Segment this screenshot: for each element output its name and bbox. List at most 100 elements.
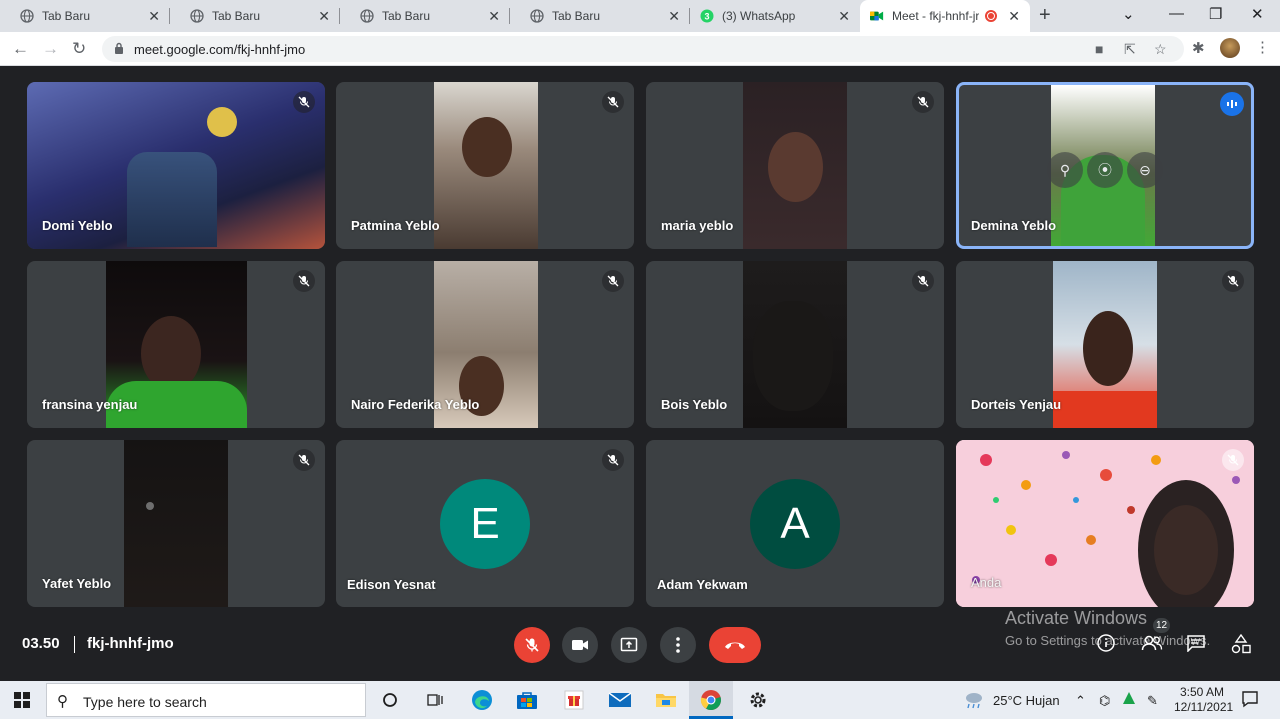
mic-off-icon [602, 270, 624, 292]
video-camera-icon [572, 640, 588, 650]
weather-text[interactable]: 25°C Hujan [993, 693, 1060, 708]
windows-start-icon[interactable] [14, 692, 30, 708]
tile-hover-controls: ⚲ ⦿ ⊖ [1047, 152, 1163, 188]
tab-search-icon[interactable]: ⌄ [1122, 5, 1135, 23]
more-options-button[interactable] [660, 627, 696, 663]
close-tab-icon[interactable]: ✕ [668, 8, 680, 25]
mic-off-icon [293, 91, 315, 113]
participant-name: Edison Yesnat [347, 577, 436, 592]
close-window-icon[interactable]: ✕ [1251, 5, 1264, 23]
participant-count-badge: 12 [1153, 618, 1170, 633]
network-icon[interactable]: ⌬ [1099, 693, 1110, 709]
recording-indicator-icon [985, 10, 998, 22]
minimize-icon[interactable]: — [1169, 5, 1184, 22]
tab-1[interactable]: Tab Baru ✕ [0, 0, 170, 32]
mic-off-icon [602, 449, 624, 471]
cortana-icon[interactable] [378, 688, 402, 712]
globe-icon [360, 9, 374, 23]
mic-off-icon [1222, 270, 1244, 292]
clock-date: 12/11/2021 [1174, 700, 1234, 714]
participant-video [434, 82, 538, 249]
reload-icon[interactable]: ↻ [72, 39, 86, 59]
participant-tile[interactable]: Dorteis Yenjau [956, 261, 1254, 428]
participant-tile[interactable]: Bois Yeblo [646, 261, 944, 428]
participant-name: Adam Yekwam [657, 577, 748, 592]
pin-icon[interactable]: ⚲ [1047, 152, 1083, 188]
present-screen-icon [620, 637, 638, 652]
participant-avatar: A [750, 479, 840, 569]
mute-participant-icon[interactable]: ⦿ [1087, 152, 1123, 188]
system-clock[interactable]: 3:50 AM 12/11/2021 [1174, 685, 1234, 715]
participant-name: Nairo Federika Yeblo [351, 397, 480, 412]
close-tab-icon[interactable]: ✕ [1008, 8, 1020, 25]
new-tab-button[interactable]: + [1039, 4, 1051, 27]
tab-title: Tab Baru [382, 9, 431, 23]
camera-permission-icon[interactable]: ■ [1095, 41, 1103, 57]
participant-name: Patmina Yeblo [351, 218, 440, 233]
participant-tile[interactable]: A Adam Yekwam [646, 440, 944, 607]
edge-icon[interactable] [470, 688, 494, 712]
mic-off-icon [293, 270, 315, 292]
close-tab-icon[interactable]: ✕ [488, 8, 500, 25]
omnibox[interactable]: meet.google.com/fkj-hnhf-jmo ■ ⇱ ☆ [102, 36, 1184, 62]
mic-off-icon [602, 91, 624, 113]
meeting-time: 03.50 [22, 635, 60, 652]
participant-tile[interactable]: Yafet Yeblo [27, 440, 325, 607]
tab-title: Tab Baru [212, 9, 261, 23]
chrome-icon[interactable] [699, 688, 723, 712]
participant-tile-active-speaker[interactable]: ⚲ ⦿ ⊖ Demina Yeblo [956, 82, 1254, 249]
tab-title: Tab Baru [552, 9, 601, 23]
clock-time: 3:50 AM [1179, 685, 1225, 699]
tray-chevron-icon[interactable]: ⌃ [1075, 693, 1086, 709]
tab-2[interactable]: Tab Baru ✕ [170, 0, 340, 32]
participant-name: Yafet Yeblo [42, 576, 112, 591]
participant-tile[interactable]: Domi Yeblo [27, 82, 325, 249]
gift-app-icon[interactable] [562, 688, 586, 712]
tray-app-icon[interactable] [1122, 691, 1136, 708]
weather-icon[interactable] [963, 690, 985, 713]
participant-tile[interactable]: fransina yenjau [27, 261, 325, 428]
close-tab-icon[interactable]: ✕ [148, 8, 160, 25]
menu-kebab-icon[interactable]: ⋮ [1255, 38, 1270, 56]
pen-icon[interactable]: ✎ [1147, 693, 1158, 709]
tab-3[interactable]: Tab Baru ✕ [340, 0, 510, 32]
tab-meet[interactable]: Meet - fkj-hnhf-jr ✕ [860, 0, 1030, 32]
share-icon[interactable]: ⇱ [1124, 41, 1136, 58]
mic-off-icon [525, 638, 539, 652]
taskbar-search[interactable]: ⚲ Type here to search [46, 683, 366, 717]
mic-off-icon [293, 449, 315, 471]
participant-tile-self[interactable]: Anda [956, 440, 1254, 607]
extensions-icon[interactable]: ✱ [1192, 39, 1205, 57]
whatsapp-icon: 3 [700, 9, 714, 23]
present-screen-button[interactable] [611, 627, 647, 663]
file-explorer-icon[interactable] [654, 688, 678, 712]
participant-tile[interactable]: maria yeblo [646, 82, 944, 249]
participant-tile[interactable]: E Edison Yesnat [336, 440, 634, 607]
hang-up-icon [725, 642, 745, 649]
participant-tile[interactable]: Patmina Yeblo [336, 82, 634, 249]
restore-icon[interactable]: ❐ [1209, 5, 1222, 23]
activities-icon[interactable] [1231, 633, 1251, 659]
participant-tile[interactable]: Nairo Federika Yeblo [336, 261, 634, 428]
participant-name: Dorteis Yenjau [971, 397, 1062, 412]
participant-name: maria yeblo [661, 218, 734, 233]
task-view-icon[interactable] [423, 688, 447, 712]
tab-whatsapp[interactable]: 3 (3) WhatsApp ✕ [690, 0, 860, 32]
forward-icon[interactable]: → [42, 39, 59, 59]
camera-toggle-button[interactable] [562, 627, 598, 663]
bookmark-star-icon[interactable]: ☆ [1154, 41, 1167, 58]
tab-4[interactable]: Tab Baru ✕ [510, 0, 690, 32]
participant-video [1053, 261, 1157, 428]
close-tab-icon[interactable]: ✕ [318, 8, 330, 25]
close-tab-icon[interactable]: ✕ [838, 8, 850, 25]
mic-toggle-button[interactable] [514, 627, 550, 663]
back-icon[interactable]: ← [12, 39, 29, 59]
remove-participant-icon[interactable]: ⊖ [1127, 152, 1163, 188]
notifications-icon[interactable] [1241, 690, 1259, 711]
activate-windows-subtitle: Go to Settings to activate Windows. [1005, 633, 1211, 648]
leave-call-button[interactable] [709, 627, 761, 663]
mail-icon[interactable] [608, 688, 632, 712]
settings-gear-icon[interactable] [746, 688, 770, 712]
microsoft-store-icon[interactable] [515, 688, 539, 712]
profile-avatar[interactable] [1220, 38, 1240, 58]
